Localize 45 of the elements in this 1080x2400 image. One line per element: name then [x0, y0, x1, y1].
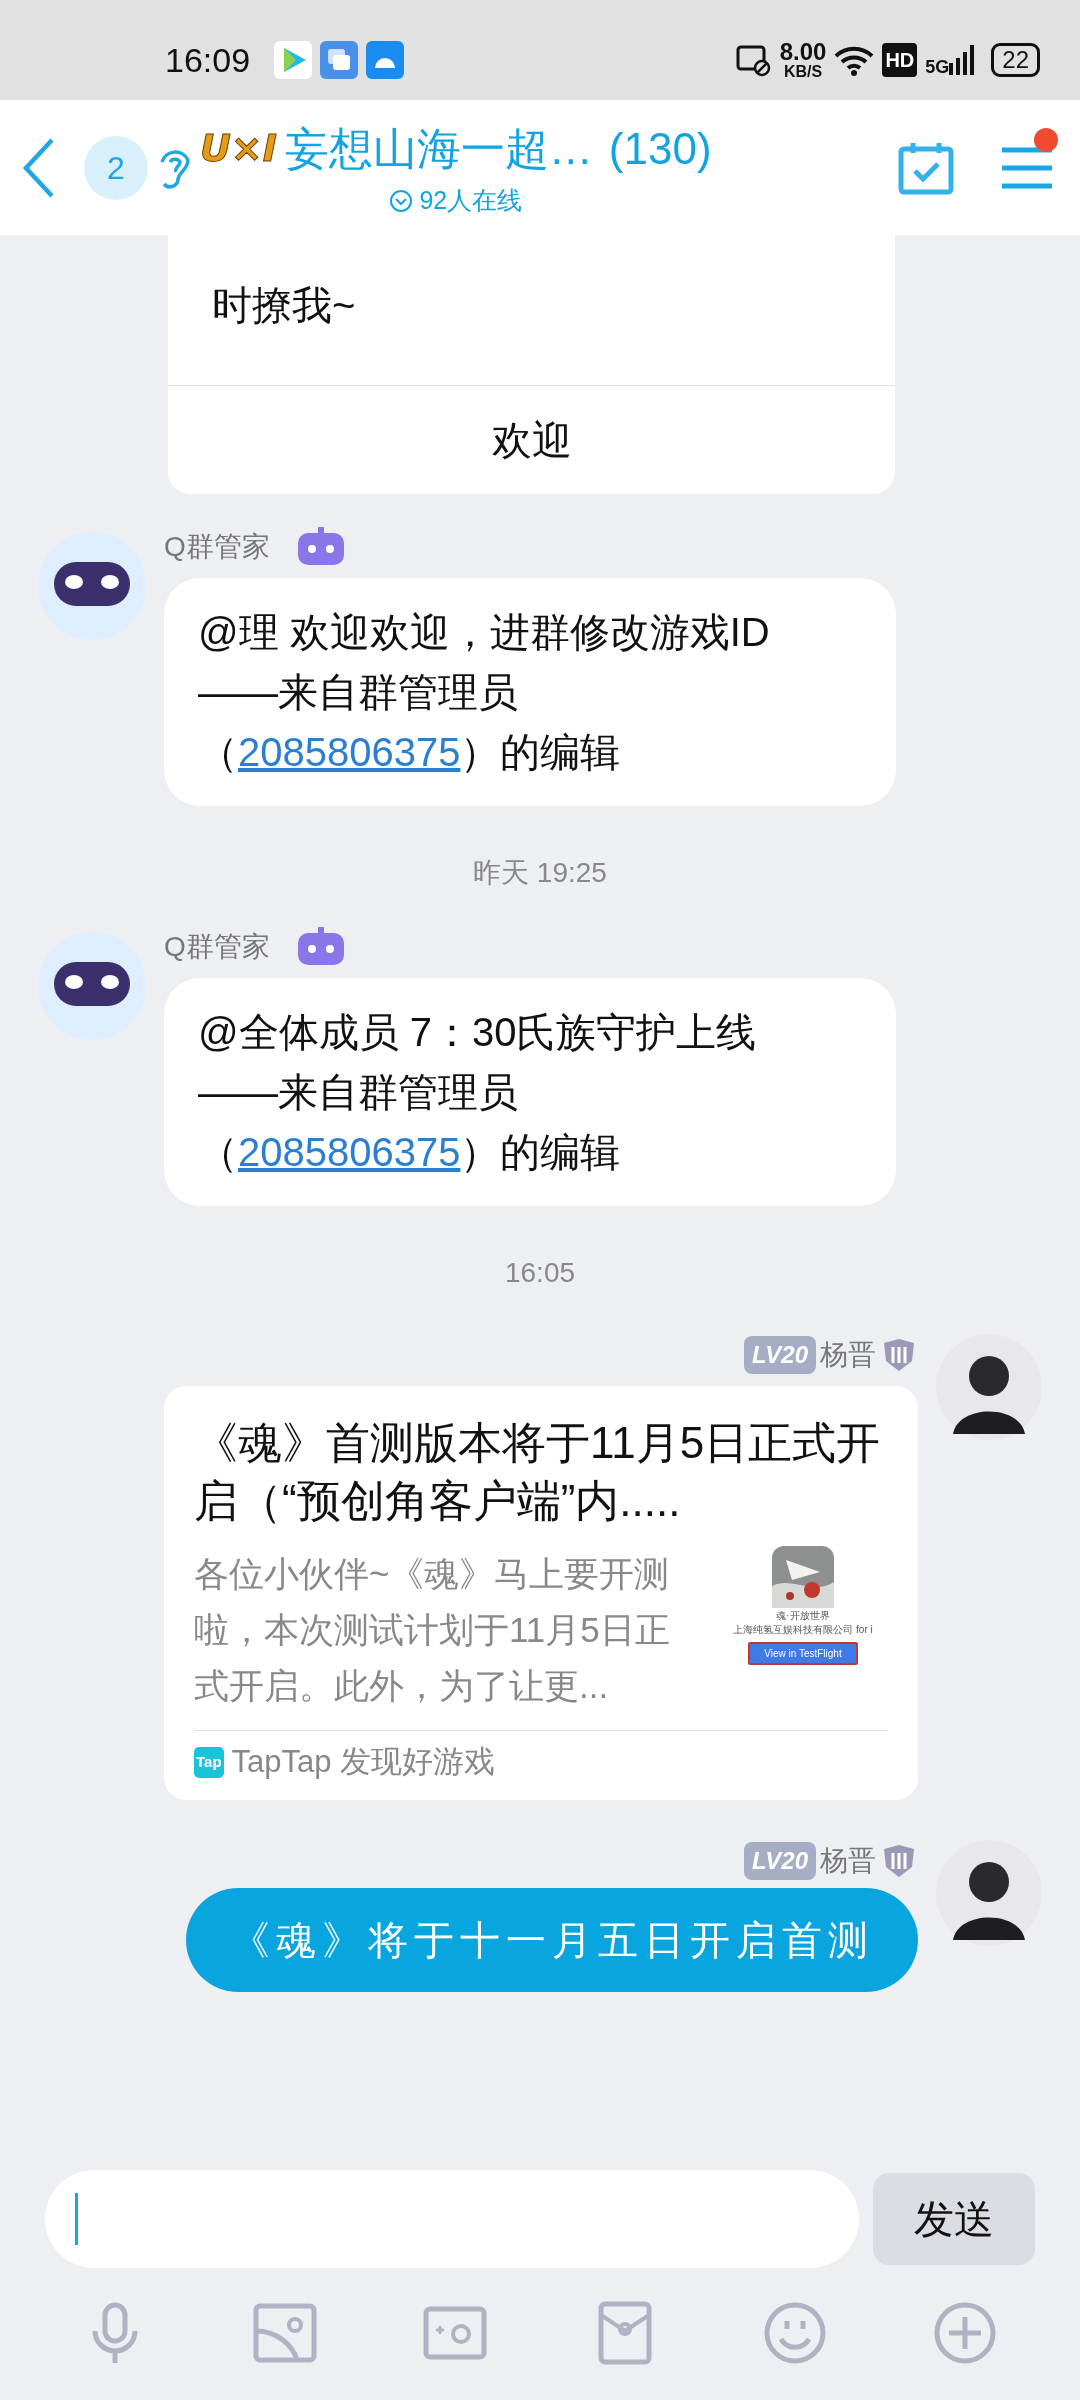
sender-name: Q群管家: [164, 930, 270, 964]
welcome-button[interactable]: 欢迎: [168, 386, 895, 494]
qq-number-link[interactable]: 2085806375: [238, 730, 461, 774]
wifi-icon: [834, 44, 875, 76]
card-summary: 各位小伙伴~《魂》马上要开测啦，本次测试计划于11月5日正式开启。此外，为了让更...: [194, 1553, 671, 1707]
message-bubble: @全体成员 7：30氏族守护上线 ——来自群管理员 （2085806375）的编辑: [164, 978, 896, 1206]
online-count[interactable]: 92人在线: [419, 181, 523, 220]
unread-count[interactable]: 2: [84, 135, 148, 200]
battery-indicator: 22: [991, 43, 1040, 77]
app-name: 魂·开放世界: [776, 1610, 830, 1622]
speed-unit: KB/S: [783, 63, 823, 79]
group-logo: U×I: [200, 125, 277, 173]
network-speed: 8.00: [779, 41, 827, 64]
developer-name: 上海纯氢互娱科技有限公司 for i: [733, 1624, 873, 1636]
sender-name: Q群管家: [164, 530, 270, 564]
timestamp: 昨天 19:25: [472, 856, 608, 890]
video-app-icon: [274, 41, 313, 79]
notification-off-icon: [735, 43, 772, 77]
chevron-circle-icon: [389, 188, 414, 213]
sender-name: 杨晋: [820, 1338, 876, 1372]
hd-indicator: HD: [882, 43, 918, 77]
send-button[interactable]: 发送: [873, 2173, 1035, 2265]
link-card[interactable]: 《魂》首测版本将于11月5日正式开启（“预创角客户端”内..... 各位小伙伴~《魂》马上要开测啦，本次测试计划于11月5日正式开启。此外，为了让更... 魂·开放世界 上海纯氢互娱科技有限公司 for i View in TestFlight Tap TapTap 发现好游戏: [164, 1386, 918, 1800]
testflight-button: View in TestFlight: [748, 1642, 858, 1665]
network-type: 5G: [925, 56, 950, 79]
card-title: 《魂》首测版本将于11月5日正式开启（“预创角客户端”内.....: [194, 1417, 882, 1527]
message-bubble: 《魂》将于十一月五日开启首测: [186, 1887, 918, 1992]
qq-number-link[interactable]: 2085806375: [238, 1130, 461, 1174]
signal-icon: [949, 45, 976, 75]
windows-app-icon: [320, 41, 359, 79]
calendar-check-icon[interactable]: [898, 140, 954, 195]
message-bubble: @理 欢迎欢迎，进群修改游戏ID ——来自群管理员 （2085806375）的编辑: [164, 578, 896, 806]
timestamp: 16:05: [503, 1256, 577, 1290]
menu-icon[interactable]: [1002, 145, 1052, 190]
group-title[interactable]: 妄想山海一超…: [284, 115, 593, 182]
message-text: 时撩我~: [211, 282, 357, 329]
sender-name: 杨晋: [820, 1843, 876, 1878]
source-logo: Tap: [194, 1747, 224, 1778]
level-badge: LV20: [743, 1336, 816, 1374]
level-badge: LV20: [743, 1841, 816, 1880]
plus-icon[interactable]: [933, 2300, 997, 2365]
smiley-icon[interactable]: [763, 2300, 827, 2365]
clock: 16:09: [165, 39, 251, 81]
member-count: (130): [608, 122, 712, 175]
source-name: TapTap 发现好游戏: [231, 1743, 496, 1781]
